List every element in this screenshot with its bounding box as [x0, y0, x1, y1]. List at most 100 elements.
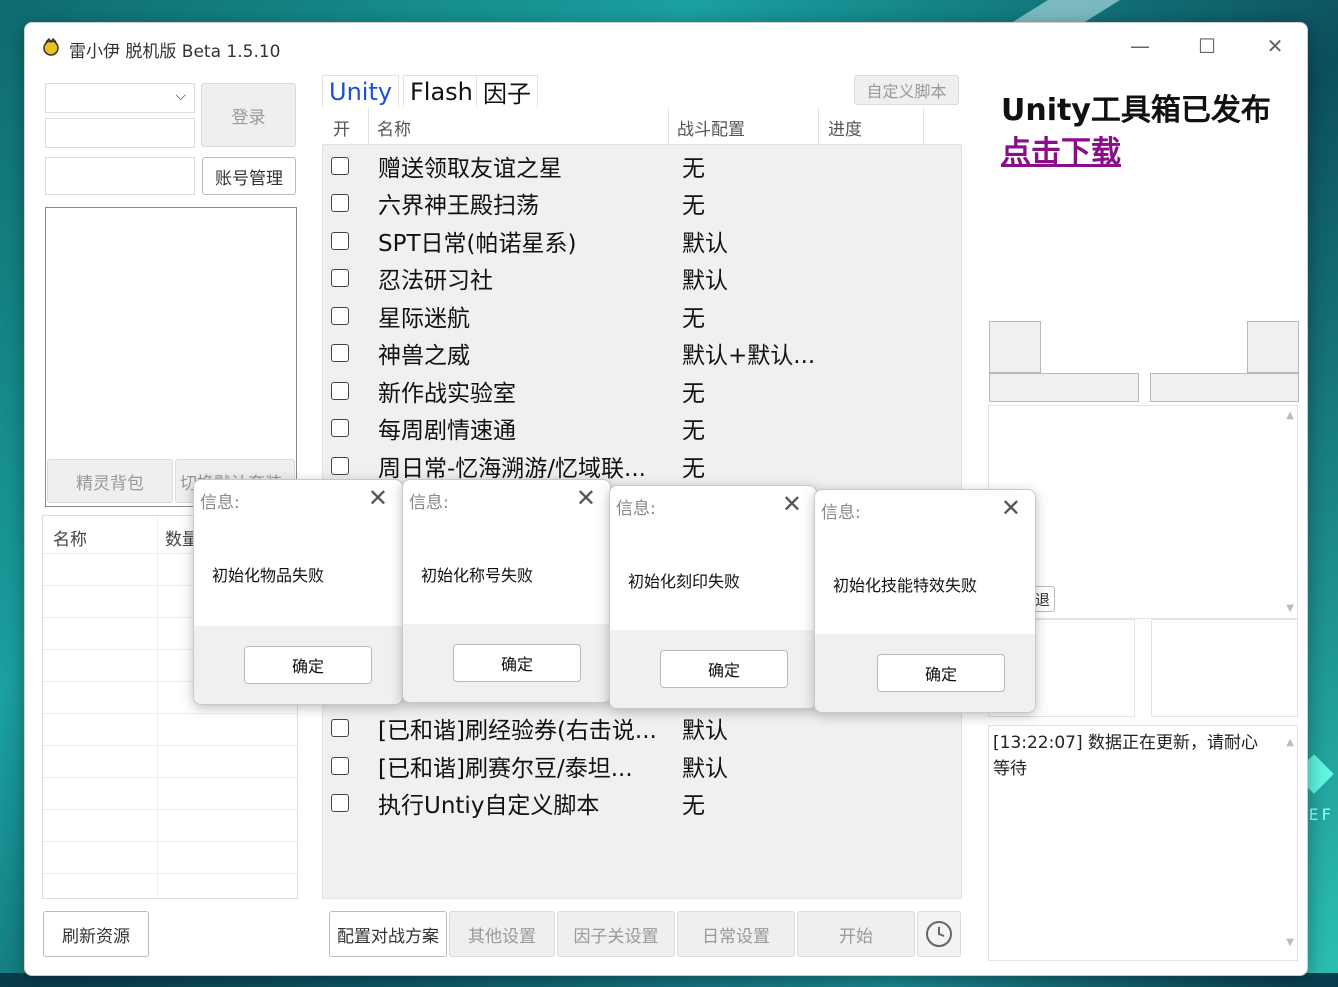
task-name: 新作战实验室: [378, 380, 516, 407]
other-settings-button[interactable]: 其他设置: [449, 911, 555, 957]
task-row[interactable]: SPT日常(帕诺星系) 默认: [325, 222, 945, 259]
task-row[interactable]: 新作战实验室 无: [325, 372, 945, 409]
extra-input[interactable]: [45, 157, 195, 195]
task-checkbox[interactable]: [331, 718, 349, 737]
task-name: 忍法研习社: [378, 267, 493, 294]
scroll-up-icon[interactable]: ▲: [1286, 410, 1294, 421]
task-row[interactable]: [已和谐]刷经验券(右击说... 默认: [325, 709, 945, 746]
account-manage-button[interactable]: 账号管理: [202, 157, 296, 195]
task-checkbox[interactable]: [331, 268, 349, 287]
task-row[interactable]: [已和谐]刷赛尔豆/泰坦... 默认: [325, 747, 945, 784]
dialog-ok-button[interactable]: 确定: [453, 644, 581, 682]
dialog-ok-button[interactable]: 确定: [877, 654, 1005, 692]
col-name: 名称: [377, 120, 411, 140]
clock-icon: [926, 921, 952, 947]
task-checkbox[interactable]: [331, 343, 349, 362]
col-separator: [668, 107, 669, 145]
task-checkbox[interactable]: [331, 156, 349, 175]
col-enable: 开: [333, 120, 350, 140]
task-config: 无: [682, 192, 705, 219]
login-button[interactable]: 登录: [201, 83, 296, 147]
info-dialog: 信息: ✕ 初始化称号失败 确定: [402, 479, 611, 703]
task-row[interactable]: 执行Untiy自定义脚本 无: [325, 784, 945, 821]
task-config: 无: [682, 417, 705, 444]
custom-script-button[interactable]: 自定义脚本: [854, 75, 959, 105]
item-table-line: [43, 873, 297, 874]
info-dialog: 信息: ✕ 初始化物品失败 确定: [193, 479, 403, 705]
close-icon[interactable]: ✕: [782, 490, 802, 518]
task-checkbox[interactable]: [331, 193, 349, 212]
info-dialog: 信息: ✕ 初始化刻印失败 确定: [609, 485, 817, 709]
account-combo[interactable]: ⌵: [45, 83, 195, 113]
close-icon[interactable]: ✕: [368, 484, 388, 512]
download-link[interactable]: 点击下载: [1001, 127, 1121, 171]
task-name: 星际迷航: [378, 305, 470, 332]
task-row[interactable]: 每周剧情速通 无: [325, 409, 945, 446]
right-box-right-bottom[interactable]: [1150, 373, 1299, 402]
scroll-down-icon[interactable]: ▼: [1286, 930, 1294, 956]
start-button[interactable]: 开始: [797, 911, 915, 957]
item-table-line: [43, 777, 297, 778]
col-separator: [368, 107, 369, 145]
task-row[interactable]: 忍法研习社 默认: [325, 259, 945, 296]
daily-settings-button[interactable]: 日常设置: [677, 911, 795, 957]
item-table-line: [43, 841, 297, 842]
task-row[interactable]: 赠送领取友谊之星 无: [325, 147, 945, 184]
dialog-ok-button[interactable]: 确定: [244, 646, 372, 684]
right-box-right-top[interactable]: [1247, 321, 1299, 373]
task-config: 无: [682, 792, 705, 819]
chevron-down-icon: ⌵: [175, 88, 186, 104]
col-separator: [923, 107, 924, 145]
task-name: 神兽之威: [378, 342, 470, 369]
close-button[interactable]: ✕: [1255, 31, 1295, 61]
tab-flash[interactable]: Flash: [403, 75, 480, 107]
pet-bag-button[interactable]: 精灵背包: [47, 459, 173, 503]
task-checkbox[interactable]: [331, 456, 349, 475]
close-icon[interactable]: ✕: [576, 484, 596, 512]
task-row[interactable]: 星际迷航 无: [325, 297, 945, 334]
scroll-down-icon[interactable]: ▼: [1286, 603, 1294, 614]
timer-button[interactable]: [917, 911, 961, 957]
task-checkbox[interactable]: [331, 418, 349, 437]
task-config: 无: [682, 455, 705, 482]
app-logo-icon: [43, 37, 59, 56]
task-checkbox[interactable]: [331, 231, 349, 250]
promo-title: Unity工具箱已发布: [1001, 93, 1271, 128]
task-name: [已和谐]刷赛尔豆/泰坦...: [378, 755, 633, 782]
col-separator: [818, 107, 819, 145]
config-battle-button[interactable]: 配置对战方案: [329, 911, 447, 957]
col-progress: 进度: [828, 120, 862, 140]
tab-unity[interactable]: Unity: [322, 75, 400, 107]
main-window: 雷小伊 脱机版 Beta 1.5.10 — ☐ ✕ ⌵ 登录 账号管理 精灵背包…: [24, 22, 1308, 976]
scroll-up-icon[interactable]: ▲: [1286, 730, 1294, 756]
item-table-line: [43, 713, 297, 714]
task-name: 周日常-忆海溯游/忆域联...: [378, 455, 646, 482]
refresh-resources-button[interactable]: 刷新资源: [43, 911, 149, 957]
password-input[interactable]: [45, 118, 195, 148]
task-checkbox[interactable]: [331, 381, 349, 400]
task-row[interactable]: 六界神王殿扫荡 无: [325, 184, 945, 221]
dialog-ok-button[interactable]: 确定: [660, 650, 788, 688]
item-table-header-name: 名称: [53, 530, 87, 550]
task-name: [已和谐]刷经验券(右击说...: [378, 717, 657, 744]
right-box-left-bottom[interactable]: [989, 373, 1139, 402]
task-grid-header: [322, 107, 962, 145]
info-dialog: 信息: ✕ 初始化技能特效失败 确定: [814, 489, 1036, 713]
task-config: 无: [682, 305, 705, 332]
tab-factor[interactable]: 因子: [476, 75, 538, 108]
task-name: 六界神王殿扫荡: [378, 192, 539, 219]
minimize-button[interactable]: —: [1120, 31, 1160, 61]
task-name: 赠送领取友谊之星: [378, 155, 562, 182]
task-checkbox[interactable]: [331, 756, 349, 775]
factor-settings-button[interactable]: 因子关设置: [557, 911, 675, 957]
log-text: [13:22:07] 数据正在更新，请耐心等待: [993, 733, 1259, 779]
maximize-button[interactable]: ☐: [1187, 31, 1227, 61]
task-checkbox[interactable]: [331, 306, 349, 325]
task-config: 默认: [682, 230, 728, 257]
dialog-message: 初始化刻印失败: [628, 572, 741, 591]
task-config: 默认: [682, 755, 728, 782]
task-row[interactable]: 神兽之威 默认+默认...: [325, 334, 945, 371]
right-box-left-top[interactable]: [989, 321, 1041, 373]
task-checkbox[interactable]: [331, 793, 349, 812]
close-icon[interactable]: ✕: [1001, 494, 1021, 522]
